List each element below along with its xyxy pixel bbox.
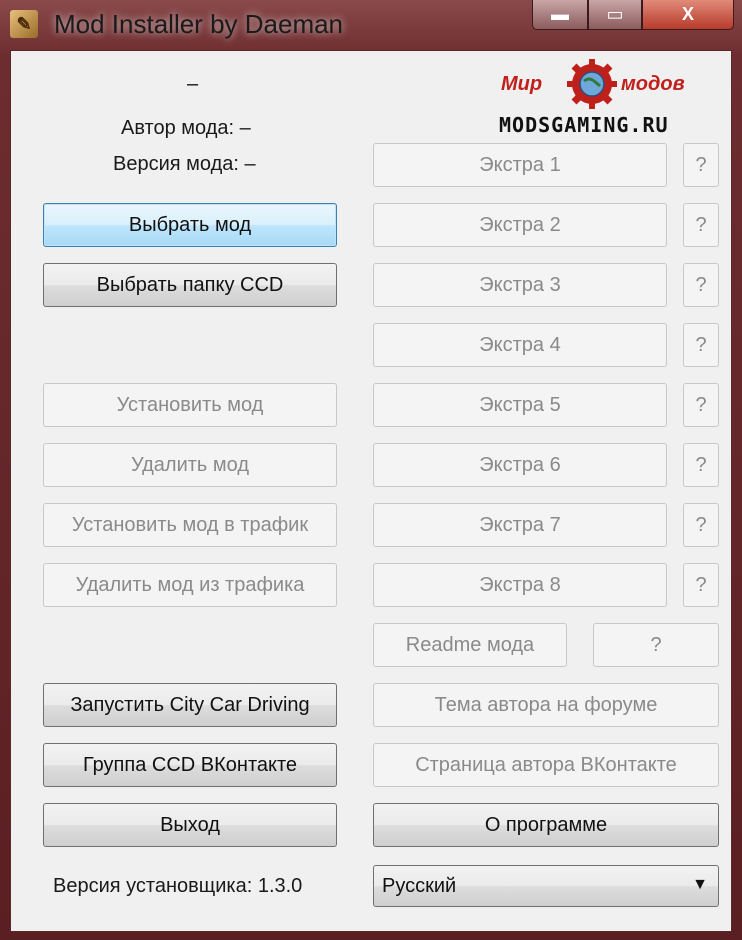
extra-5-button[interactable]: Экстра 5 xyxy=(373,383,667,427)
extra-1-button[interactable]: Экстра 1 xyxy=(373,143,667,187)
language-select[interactable]: Русский ▼ xyxy=(373,865,719,907)
mod-author-label: Автор мода: – xyxy=(121,117,251,139)
client-area: – Автор мода: – Версия мода: – Мир модов… xyxy=(10,50,732,932)
readme-help-button[interactable]: ? xyxy=(593,623,719,667)
exit-button[interactable]: Выход xyxy=(43,803,337,847)
mod-version-label: Версия мода: – xyxy=(113,153,256,175)
language-selected-value: Русский xyxy=(382,874,457,897)
extra-5-help-button[interactable]: ? xyxy=(683,383,719,427)
logo-word-right: модов xyxy=(621,73,685,95)
extra-6-help-button[interactable]: ? xyxy=(683,443,719,487)
extra-6-button[interactable]: Экстра 6 xyxy=(373,443,667,487)
extra-1-help-button[interactable]: ? xyxy=(683,143,719,187)
vk-group-button[interactable]: Группа CCD ВКонтакте xyxy=(43,743,337,787)
extra-4-button[interactable]: Экстра 4 xyxy=(373,323,667,367)
logo-word-left: Мир xyxy=(501,73,543,95)
author-forum-button[interactable]: Тема автора на форуме xyxy=(373,683,719,727)
logo-site-text: MODSGAMING.RU xyxy=(499,113,669,137)
close-button[interactable]: X xyxy=(642,0,734,30)
mod-name-label: – xyxy=(187,73,199,95)
gear-globe-icon xyxy=(567,59,617,109)
extra-4-help-button[interactable]: ? xyxy=(683,323,719,367)
minimize-button[interactable]: ▬ xyxy=(532,0,588,30)
extra-2-button[interactable]: Экстра 2 xyxy=(373,203,667,247)
extra-3-help-button[interactable]: ? xyxy=(683,263,719,307)
install-mod-button[interactable]: Установить мод xyxy=(43,383,337,427)
installer-version-label: Версия установщика: 1.3.0 xyxy=(53,875,303,897)
window-title: Mod Installer by Daeman xyxy=(54,9,344,39)
extra-8-help-button[interactable]: ? xyxy=(683,563,719,607)
author-vk-button[interactable]: Страница автора ВКонтакте xyxy=(373,743,719,787)
remove-mod-traffic-button[interactable]: Удалить мод из трафика xyxy=(43,563,337,607)
select-ccd-folder-button[interactable]: Выбрать папку CCD xyxy=(43,263,337,307)
extra-3-button[interactable]: Экстра 3 xyxy=(373,263,667,307)
extra-8-button[interactable]: Экстра 8 xyxy=(373,563,667,607)
extra-7-help-button[interactable]: ? xyxy=(683,503,719,547)
install-mod-traffic-button[interactable]: Установить мод в трафик xyxy=(43,503,337,547)
remove-mod-button[interactable]: Удалить мод xyxy=(43,443,337,487)
app-icon: ✎ xyxy=(10,10,38,38)
extra-7-button[interactable]: Экстра 7 xyxy=(373,503,667,547)
extra-2-help-button[interactable]: ? xyxy=(683,203,719,247)
title-bar[interactable]: ✎ Mod Installer by Daeman ▬ ▭ X xyxy=(0,0,742,50)
maximize-button[interactable]: ▭ xyxy=(588,0,642,30)
select-mod-button[interactable]: Выбрать мод xyxy=(43,203,337,247)
about-button[interactable]: О программе xyxy=(373,803,719,847)
dropdown-arrow-icon: ▼ xyxy=(692,876,708,893)
launch-game-button[interactable]: Запустить City Car Driving xyxy=(43,683,337,727)
app-window: ✎ Mod Installer by Daeman ▬ ▭ X – Автор … xyxy=(0,0,742,940)
readme-button[interactable]: Readme мода xyxy=(373,623,567,667)
